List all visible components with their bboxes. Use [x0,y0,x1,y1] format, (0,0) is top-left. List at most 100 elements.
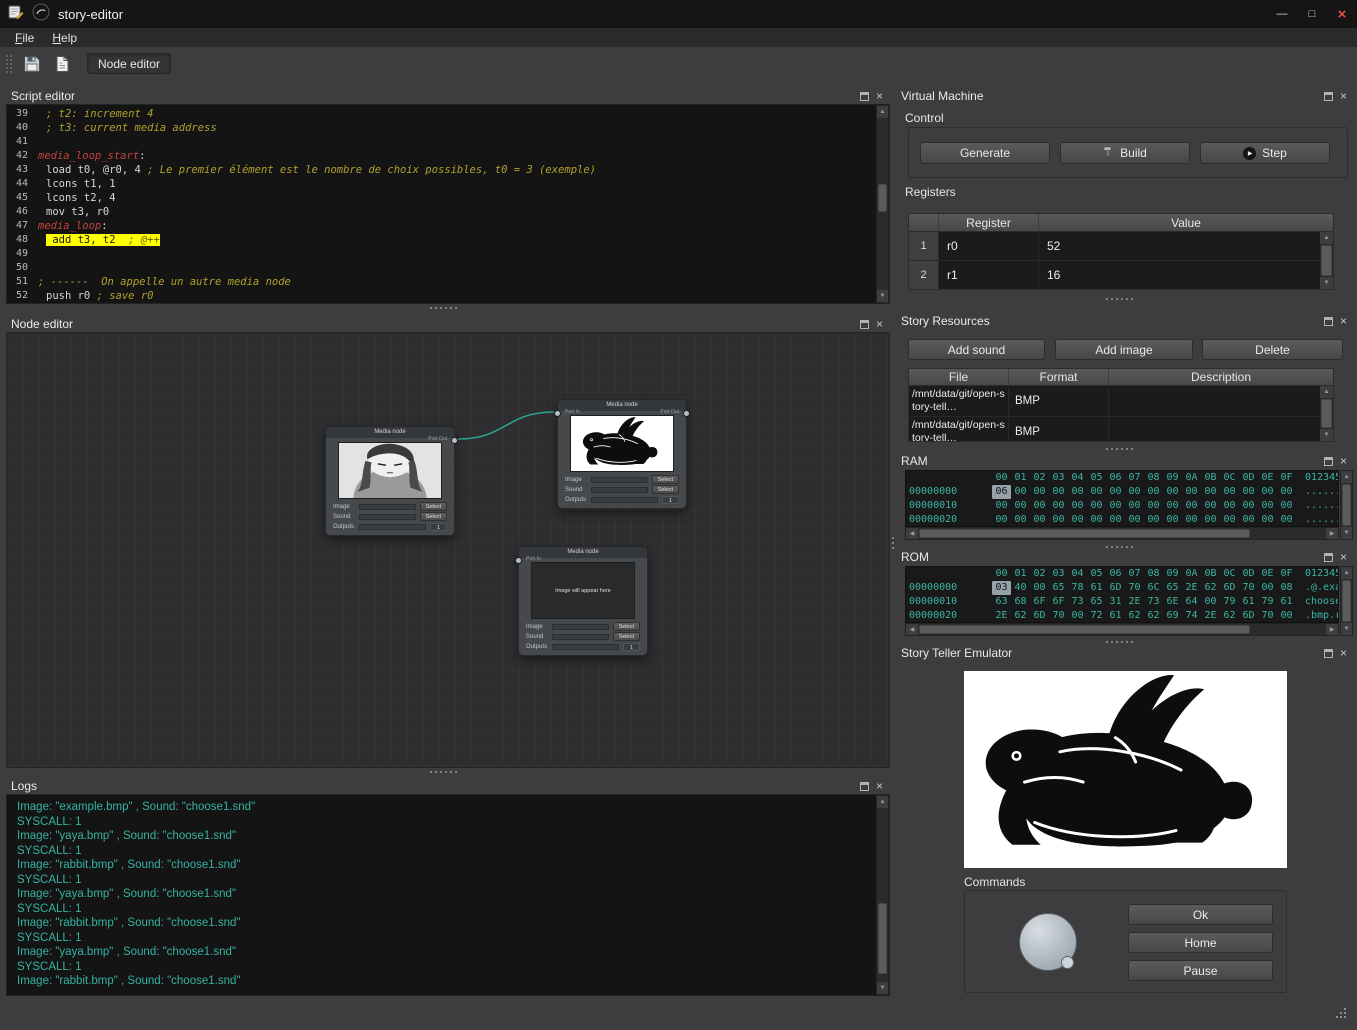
hex-byte[interactable]: 61 [1087,581,1106,595]
hex-byte[interactable]: 00 [1068,485,1087,499]
hex-byte[interactable]: 6F [1049,595,1068,609]
scroll-left-icon[interactable]: ◀ [906,528,918,539]
delete-button[interactable]: Delete [1202,339,1343,360]
hex-byte[interactable]: 00 [1144,499,1163,513]
maximize-button[interactable]: □ [1297,0,1327,28]
hex-byte[interactable]: 65 [1049,581,1068,595]
float-panel-icon[interactable] [1324,92,1333,101]
register-row[interactable]: 2r116 [909,261,1333,290]
hex-byte[interactable]: 61 [1239,595,1258,609]
hex-byte[interactable]: 00 [1163,499,1182,513]
resources-col-description[interactable]: Description [1109,369,1333,385]
scroll-left-icon[interactable]: ◀ [906,624,918,635]
splitter-vm-resources[interactable] [1106,298,1134,301]
float-panel-icon[interactable] [1324,317,1333,326]
hex-byte[interactable]: 2E [992,609,1011,623]
rom-vscrollbar[interactable]: ▲ ▼ [1340,566,1353,636]
float-panel-icon[interactable] [860,320,869,329]
scroll-up-icon[interactable]: ▲ [1341,471,1352,483]
generate-button[interactable]: Generate [920,142,1050,164]
rotary-knob[interactable] [1019,913,1077,971]
scroll-thumb[interactable] [1321,399,1332,428]
ram-vscrollbar[interactable]: ▲ ▼ [1340,470,1353,540]
hex-byte[interactable]: 68 [1011,595,1030,609]
hex-byte[interactable]: 00 [1163,513,1182,527]
hex-byte[interactable]: 64 [1182,595,1201,609]
close-panel-icon[interactable]: × [1340,457,1347,466]
hex-byte[interactable]: 6E [1163,595,1182,609]
float-panel-icon[interactable] [860,92,869,101]
hex-byte[interactable]: 00 [1049,485,1068,499]
splitter-rom-emulator[interactable] [1106,641,1134,644]
minimize-button[interactable]: — [1267,0,1297,28]
float-panel-icon[interactable] [1324,457,1333,466]
script-scrollbar[interactable]: ▲ ▼ [876,105,889,303]
hex-byte[interactable]: 65 [1163,581,1182,595]
scroll-right-icon[interactable]: ▶ [1326,528,1338,539]
scroll-up-icon[interactable]: ▲ [1341,567,1352,579]
resources-col-format[interactable]: Format [1009,369,1109,385]
scroll-right-icon[interactable]: ▶ [1326,624,1338,635]
close-panel-icon[interactable]: × [1340,92,1347,101]
step-button[interactable]: ▶ Step [1200,142,1330,164]
graph-node[interactable]: Media nodeImageSelectSoundSelectOutputs1… [557,399,687,509]
hex-byte[interactable]: 00 [1087,499,1106,513]
select-button[interactable]: Select [652,485,679,494]
resource-description-cell[interactable] [1109,417,1333,442]
hex-byte[interactable]: 6D [1220,581,1239,595]
rom-hex[interactable]: 000102030405060708090A0B0C0D0E0F01234567… [905,566,1339,623]
hex-data-row[interactable]: 0000000006000000000000000000000000000000… [909,485,1338,499]
hex-byte[interactable]: 65 [1087,595,1106,609]
node-connection[interactable] [458,412,554,439]
hex-byte[interactable]: 63 [992,595,1011,609]
ram-hex[interactable]: 000102030405060708090A0B0C0D0E0F01234567… [905,470,1339,527]
hex-byte[interactable]: 00 [1125,485,1144,499]
hex-byte[interactable]: 70 [1239,581,1258,595]
hex-byte[interactable]: 00 [1068,499,1087,513]
scroll-thumb[interactable] [878,903,887,974]
hex-byte[interactable]: 62 [1144,609,1163,623]
hex-byte[interactable]: 00 [992,513,1011,527]
hex-byte[interactable]: 00 [1258,581,1277,595]
registers-col-register[interactable]: Register [939,214,1039,231]
hex-byte[interactable]: 00 [1068,513,1087,527]
scroll-up-icon[interactable]: ▲ [1320,386,1333,398]
home-button[interactable]: Home [1128,932,1273,953]
select-button[interactable]: Select [613,632,640,641]
node-editor-toggle-button[interactable]: Node editor [87,53,171,74]
close-panel-icon[interactable]: × [1340,553,1347,562]
node-editor-titlebar[interactable]: Node editor × [6,316,890,332]
hex-byte[interactable]: 40 [1011,581,1030,595]
build-button[interactable]: Build [1060,142,1190,164]
hex-byte[interactable]: 6D [1239,609,1258,623]
hex-byte[interactable]: 00 [1049,499,1068,513]
hex-byte[interactable]: 78 [1068,581,1087,595]
hex-byte[interactable]: 00 [1182,499,1201,513]
hex-byte[interactable]: 2E [1182,581,1201,595]
hex-data-row[interactable]: 000000202E626D70007261626269742E626D7000… [909,609,1338,623]
outputs-spinbox[interactable]: 1 [662,496,679,504]
register-name-cell[interactable]: r1 [939,261,1039,289]
resource-description-cell[interactable] [1109,386,1333,416]
hex-byte[interactable]: 61 [1277,595,1296,609]
hex-byte[interactable]: 31 [1106,595,1125,609]
hex-byte[interactable]: 62 [1220,609,1239,623]
rom-hscrollbar[interactable]: ◀ ▶ [905,623,1339,636]
hex-byte[interactable]: 00 [1258,499,1277,513]
splitter-columns[interactable] [892,537,895,551]
hex-byte[interactable]: 70 [1049,609,1068,623]
scroll-down-icon[interactable]: ▼ [1341,623,1352,635]
hex-byte[interactable]: 00 [1087,485,1106,499]
hex-byte[interactable]: 00 [1125,513,1144,527]
resources-col-file[interactable]: File [909,369,1009,385]
hex-byte[interactable]: 00 [1277,609,1296,623]
ram-hscrollbar[interactable]: ◀ ▶ [905,527,1339,540]
hex-byte[interactable]: 08 [1277,581,1296,595]
hex-byte[interactable]: 00 [1106,499,1125,513]
hex-byte[interactable]: 62 [1201,581,1220,595]
hex-byte[interactable]: 62 [1011,609,1030,623]
scroll-down-icon[interactable]: ▼ [1341,527,1352,539]
hex-data-row[interactable]: 0000001063686F6F7365312E736E640079617961… [909,595,1338,609]
float-panel-icon[interactable] [1324,649,1333,658]
script-editor-titlebar[interactable]: Script editor × [6,88,890,104]
